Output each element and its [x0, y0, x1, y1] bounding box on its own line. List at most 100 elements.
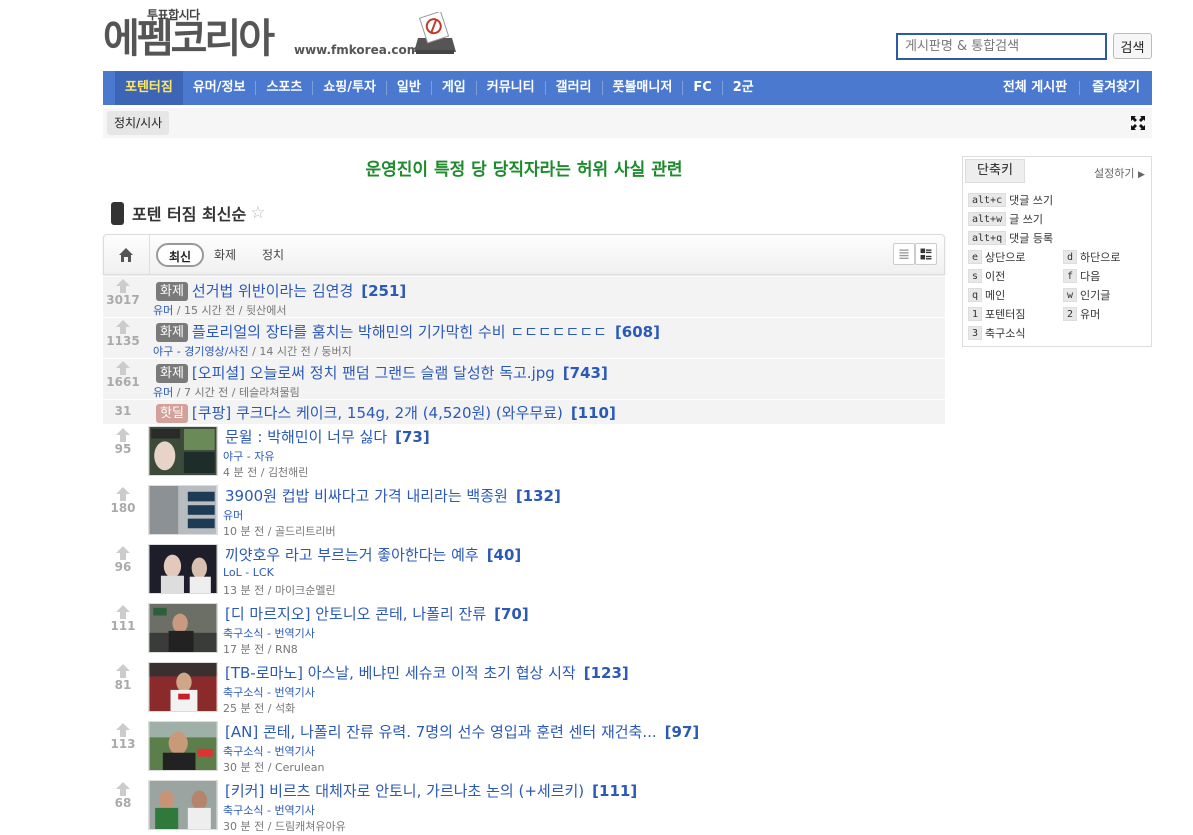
search-input[interactable] [896, 33, 1107, 60]
post-title-text[interactable]: 선거법 위반이라는 김연경 [192, 282, 353, 300]
nav-item-game[interactable]: 게임 [432, 71, 476, 105]
nav-item-gallery[interactable]: 갤러리 [546, 71, 602, 105]
expand-icon[interactable] [1130, 115, 1146, 131]
comment-count[interactable]: [123] [584, 664, 629, 682]
post-thumbnail[interactable] [148, 485, 218, 535]
post-category[interactable]: 축구소식 - 번역기사 [223, 743, 315, 759]
nav-item-community[interactable]: 커뮤니티 [477, 71, 545, 105]
post-author[interactable]: 테슬라쳐물림 [239, 386, 300, 399]
comment-count[interactable]: [608] [615, 323, 660, 341]
shortcut-tab[interactable]: 단축키 [965, 159, 1025, 183]
post-category[interactable]: LoL - LCK [223, 566, 274, 579]
comment-count[interactable]: [132] [516, 487, 561, 505]
post-title[interactable]: 화제 [오피셜] 오늘로써 정치 팬덤 그랜드 슬램 달성한 독고.jpg [743… [156, 362, 608, 383]
post-category[interactable]: 축구소식 - 번역기사 [223, 802, 315, 818]
post-author[interactable]: 드림캐쳐유아유 [275, 820, 346, 833]
nav-item-humor[interactable]: 유머/정보 [183, 71, 256, 105]
post-thumbnail[interactable] [148, 603, 218, 653]
comment-count[interactable]: [97] [665, 723, 700, 741]
post-title-text[interactable]: 플로리얼의 장타를 훔치는 박해민의 기가막힌 수비 ㄷㄷㄷㄷㄷㄷㄷ [192, 323, 607, 341]
comment-count[interactable]: [70] [494, 605, 529, 623]
post-title[interactable]: 끼얏호우 라고 부르는거 좋아한다는 예후 [40] [225, 544, 521, 565]
post-author[interactable]: 석화 [275, 702, 295, 715]
post-category[interactable]: 야구 - 경기영상/사진 [153, 345, 249, 358]
list-item[interactable]: 96 끼얏호우 라고 부르는거 좋아한다는 예후 [40] LoL - LCK 1… [103, 542, 945, 601]
nav-item-fc[interactable]: FC [683, 71, 721, 105]
nav-item-second-tier[interactable]: 2군 [723, 71, 764, 105]
nav-item-sports[interactable]: 스포츠 [256, 71, 312, 105]
post-title[interactable]: [디 마르지오] 안토니오 콘테, 나폴리 잔류 [70] [225, 603, 529, 624]
post-title[interactable]: 핫딜 [쿠팡] 쿠크다스 케이크, 154g, 2개 (4,520원) (와우무료… [156, 402, 616, 423]
list-item[interactable]: 95 문윌 : 박해민이 너무 싫다 [73] 야구 - 자유 4 분 전 / 김… [103, 424, 945, 483]
post-title[interactable]: 문윌 : 박해민이 너무 싫다 [73] [225, 426, 430, 447]
board-title-text[interactable]: 포텐 터짐 최신순 [132, 201, 246, 225]
post-title-text[interactable]: [TB-로마노] 아스날, 베냐민 세슈코 이적 초기 협상 시작 [225, 664, 576, 682]
post-thumbnail[interactable] [148, 721, 218, 771]
post-thumbnail[interactable] [148, 780, 218, 830]
subnav-tab-politics[interactable]: 정치/시사 [107, 111, 170, 135]
post-title-text[interactable]: 3900원 컵밥 비싸다고 가격 내리라는 백종원 [225, 487, 508, 505]
nav-item-general[interactable]: 일반 [387, 71, 431, 105]
site-logo[interactable]: 에펨코리아 [103, 14, 275, 64]
favorite-star-icon[interactable]: ☆ [250, 203, 265, 223]
shortcut-settings-link[interactable]: 설정하기 ▶ [1094, 165, 1145, 181]
post-author[interactable]: 김천해린 [268, 466, 308, 479]
tab-hot[interactable]: 화제 [214, 243, 236, 267]
post-author[interactable]: RN8 [275, 643, 298, 656]
list-item[interactable]: 68 [키커] 비르츠 대체자로 안토니, 가르나초 논의 (+세르키) [111… [103, 778, 945, 835]
search-button[interactable]: 검색 [1113, 33, 1152, 59]
post-category[interactable]: 야구 - 자유 [223, 448, 274, 464]
post-title-text[interactable]: 문윌 : 박해민이 너무 싫다 [225, 428, 387, 446]
post-thumbnail[interactable] [148, 426, 218, 476]
comment-count[interactable]: [251] [361, 282, 406, 300]
post-author[interactable]: 마이크순멜린 [275, 584, 336, 597]
post-title[interactable]: 3900원 컵밥 비싸다고 가격 내리라는 백종원 [132] [225, 485, 561, 506]
comment-count[interactable]: [110] [571, 404, 616, 422]
post-title-text[interactable]: [키커] 비르츠 대체자로 안토니, 가르나초 논의 (+세르키) [225, 782, 584, 800]
post-author[interactable]: Cerulean [275, 761, 324, 774]
post-title[interactable]: [AN] 콘테, 나폴리 잔류 유력. 7명의 선수 영입과 훈련 센터 재건축… [225, 721, 699, 742]
post-category[interactable]: 유머 [223, 507, 243, 523]
comment-count[interactable]: [40] [487, 546, 522, 564]
thumbnail-view-icon[interactable] [915, 243, 937, 265]
list-item[interactable]: 1661 화제 [오피셜] 오늘로써 정치 팬덤 그랜드 슬램 달성한 독고.jp… [103, 359, 945, 400]
comment-count[interactable]: [111] [592, 782, 637, 800]
post-title-text[interactable]: [쿠팡] 쿠크다스 케이크, 154g, 2개 (4,520원) (와우무료) [192, 404, 563, 422]
home-icon[interactable] [118, 247, 134, 263]
post-category[interactable]: 축구소식 - 번역기사 [223, 684, 315, 700]
nav-item-shopping[interactable]: 쇼핑/투자 [313, 71, 386, 105]
tab-politics[interactable]: 정치 [262, 243, 284, 267]
list-view-icon[interactable] [893, 243, 915, 265]
post-category[interactable]: 유머 [153, 304, 173, 317]
post-title-text[interactable]: [AN] 콘테, 나폴리 잔류 유력. 7명의 선수 영입과 훈련 센터 재건축… [225, 723, 657, 741]
list-item[interactable]: 3017 화제 선거법 위반이라는 김연경 [251] 유머 / 15 시간 전 /… [103, 277, 945, 318]
post-author[interactable]: 골드리트리버 [275, 525, 336, 538]
list-item[interactable]: 81 [TB-로마노] 아스날, 베냐민 세슈코 이적 초기 협상 시작 [123… [103, 660, 945, 719]
post-author[interactable]: 뒷산에서 [246, 304, 286, 317]
list-item[interactable]: 180 3900원 컵밥 비싸다고 가격 내리라는 백종원 [132] 유머 10… [103, 483, 945, 542]
list-item[interactable]: 31 핫딜 [쿠팡] 쿠크다스 케이크, 154g, 2개 (4,520원) (와… [103, 400, 945, 424]
list-item[interactable]: 1135 화제 플로리얼의 장타를 훔치는 박해민의 기가막힌 수비 ㄷㄷㄷㄷㄷㄷ… [103, 318, 945, 359]
shortcut-settings-label[interactable]: 설정하기 [1094, 167, 1134, 180]
post-title-text[interactable]: [오피셜] 오늘로써 정치 팬덤 그랜드 슬램 달성한 독고.jpg [192, 364, 555, 382]
post-category[interactable]: 축구소식 - 번역기사 [223, 625, 315, 641]
nav-item-all-boards[interactable]: 전체 게시판 [991, 71, 1079, 105]
post-title[interactable]: 화제 플로리얼의 장타를 훔치는 박해민의 기가막힌 수비 ㄷㄷㄷㄷㄷㄷㄷ [608… [156, 321, 660, 342]
nav-item-potential[interactable]: 포텐터짐 [115, 71, 183, 105]
comment-count[interactable]: [743] [563, 364, 608, 382]
post-title[interactable]: 화제 선거법 위반이라는 김연경 [251] [156, 280, 406, 301]
list-item[interactable]: 111 [디 마르지오] 안토니오 콘테, 나폴리 잔류 [70] 축구소식 - … [103, 601, 945, 660]
comment-count[interactable]: [73] [395, 428, 430, 446]
post-author[interactable]: 둥버지 [321, 345, 351, 358]
post-thumbnail[interactable] [148, 662, 218, 712]
list-item[interactable]: 113 [AN] 콘테, 나폴리 잔류 유력. 7명의 선수 영입과 훈련 센터… [103, 719, 945, 778]
nav-item-favorites[interactable]: 즐겨찾기 [1080, 71, 1152, 105]
post-title[interactable]: [키커] 비르츠 대체자로 안토니, 가르나초 논의 (+세르키) [111] [225, 780, 637, 801]
post-title-text[interactable]: 끼얏호우 라고 부르는거 좋아한다는 예후 [225, 546, 479, 564]
tab-latest[interactable]: 최신 [156, 243, 204, 267]
nav-item-football-manager[interactable]: 풋볼매니저 [603, 71, 683, 105]
post-category[interactable]: 유머 [153, 386, 173, 399]
notice-banner[interactable]: 운영진이 특정 당 당직자라는 허위 사실 관련 [103, 155, 945, 180]
post-title[interactable]: [TB-로마노] 아스날, 베냐민 세슈코 이적 초기 협상 시작 [123] [225, 662, 629, 683]
post-title-text[interactable]: [디 마르지오] 안토니오 콘테, 나폴리 잔류 [225, 605, 486, 623]
